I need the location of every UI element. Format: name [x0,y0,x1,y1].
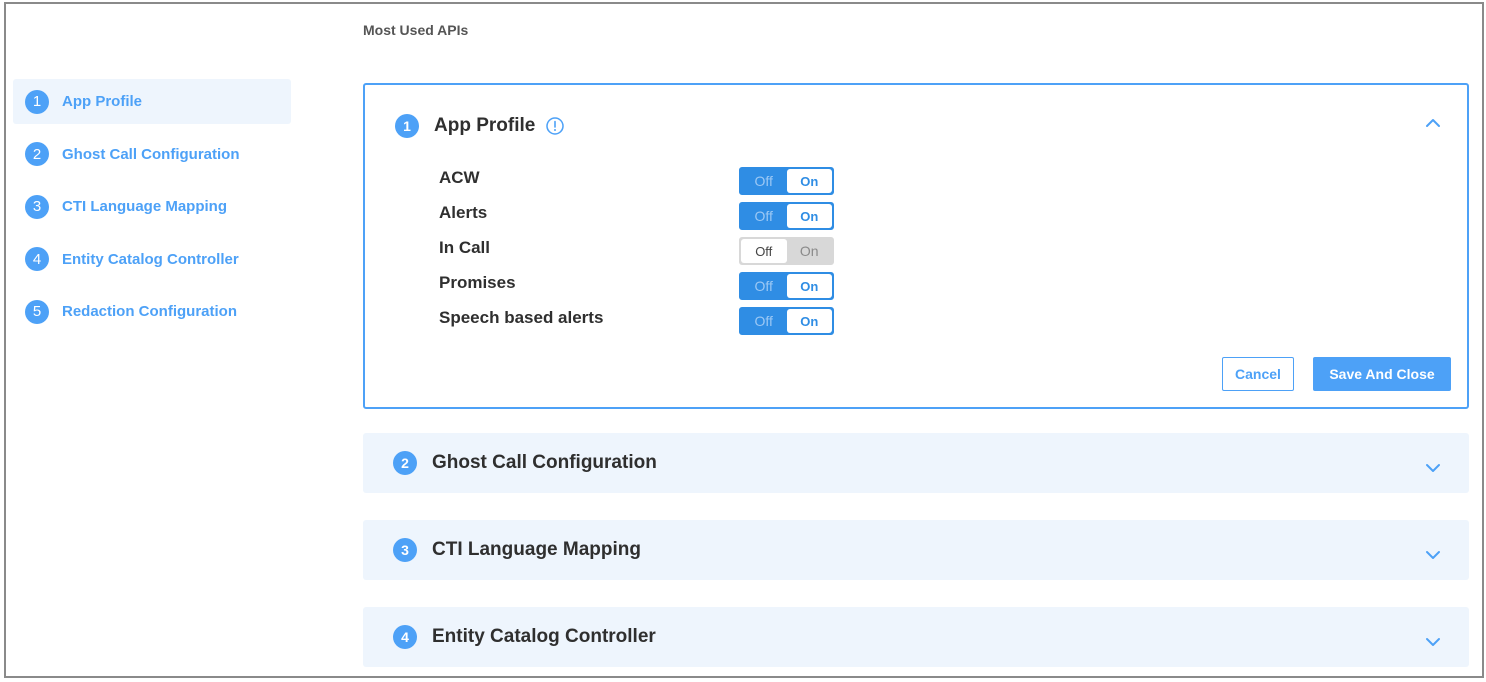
step-number-badge: 1 [25,89,49,114]
info-icon[interactable] [545,116,565,136]
sidebar-nav: 1 App Profile 2 Ghost Call Configuration… [13,79,291,342]
promises-toggle[interactable]: Off On [739,272,834,300]
panel-title: App Profile [434,115,536,136]
panel-header: 1 App Profile [395,114,565,138]
setting-row-alerts: Alerts Off On [439,200,839,235]
toggle-on-option[interactable]: On [786,274,832,298]
alerts-toggle[interactable]: Off On [739,202,834,230]
entity-catalog-controller-panel[interactable]: 4 Entity Catalog Controller [363,607,1469,667]
setting-label: ACW [439,168,480,187]
sidebar-item-label: Redaction Configuration [62,303,237,320]
panel-header: 4 Entity Catalog Controller [393,625,656,649]
chevron-down-icon[interactable] [1425,550,1441,560]
setting-label: Alerts [439,203,488,222]
step-number-badge: 2 [25,142,49,166]
step-number-badge: 4 [393,625,417,649]
chevron-down-icon[interactable] [1425,463,1441,473]
chevron-up-icon[interactable] [1425,118,1441,128]
toggle-on-option[interactable]: On [786,169,832,193]
section-title: Most Used APIs [363,22,469,38]
sidebar-item-label: CTI Language Mapping [62,198,227,215]
setting-row-acw: ACW Off On [439,165,839,200]
toggle-on-option[interactable]: On [787,239,833,263]
sidebar-item-redaction-configuration[interactable]: 5 Redaction Configuration [13,289,291,334]
toggle-off-option[interactable]: Off [741,274,787,298]
panel-title: CTI Language Mapping [432,539,641,560]
setting-row-in-call: In Call Off On [439,235,839,270]
toggle-off-option[interactable]: Off [741,309,787,333]
toggle-on-option[interactable]: On [786,204,832,228]
sidebar-item-ghost-call-configuration[interactable]: 2 Ghost Call Configuration [13,132,291,177]
step-number-badge: 1 [395,114,419,138]
panel-header: 3 CTI Language Mapping [393,538,641,562]
save-and-close-button[interactable]: Save And Close [1313,357,1451,391]
app-frame: Most Used APIs 1 App Profile 2 Ghost Cal… [4,2,1484,678]
toggle-off-option[interactable]: Off [741,204,787,228]
sidebar-item-label: Entity Catalog Controller [62,250,239,268]
setting-row-speech-based-alerts: Speech based alerts Off On [439,305,839,340]
sidebar-item-label: Ghost Call Configuration [62,145,240,163]
sidebar-item-entity-catalog-controller[interactable]: 4 Entity Catalog Controller [13,237,291,282]
settings-list: ACW Off On Alerts Off On In Call Off On [439,165,839,340]
step-number-badge: 5 [25,299,49,324]
app-profile-panel: 1 App Profile ACW Off On Alerts Off On I… [363,83,1469,409]
toggle-off-option[interactable]: Off [741,239,787,263]
step-number-badge: 4 [25,247,49,271]
setting-label: In Call [439,238,491,257]
cti-language-mapping-panel[interactable]: 3 CTI Language Mapping [363,520,1469,580]
panel-title: Entity Catalog Controller [432,626,656,647]
ghost-call-configuration-panel[interactable]: 2 Ghost Call Configuration [363,433,1469,493]
speech-based-alerts-toggle[interactable]: Off On [739,307,834,335]
step-number-badge: 3 [25,194,49,219]
chevron-down-icon[interactable] [1425,637,1441,647]
panel-title: Ghost Call Configuration [432,452,657,473]
in-call-toggle[interactable]: Off On [739,237,834,265]
step-number-badge: 3 [393,538,417,562]
toggle-off-option[interactable]: Off [741,169,787,193]
setting-row-promises: Promises Off On [439,270,839,305]
acw-toggle[interactable]: Off On [739,167,834,195]
panel-header: 2 Ghost Call Configuration [393,451,657,475]
sidebar-item-label: App Profile [62,93,143,110]
step-number-badge: 2 [393,451,417,475]
setting-label: Speech based alerts [439,308,604,327]
cancel-button[interactable]: Cancel [1222,357,1294,391]
sidebar-item-cti-language-mapping[interactable]: 3 CTI Language Mapping [13,184,291,229]
setting-label: Promises [439,273,516,292]
sidebar-item-app-profile[interactable]: 1 App Profile [13,79,291,124]
toggle-on-option[interactable]: On [786,309,832,333]
